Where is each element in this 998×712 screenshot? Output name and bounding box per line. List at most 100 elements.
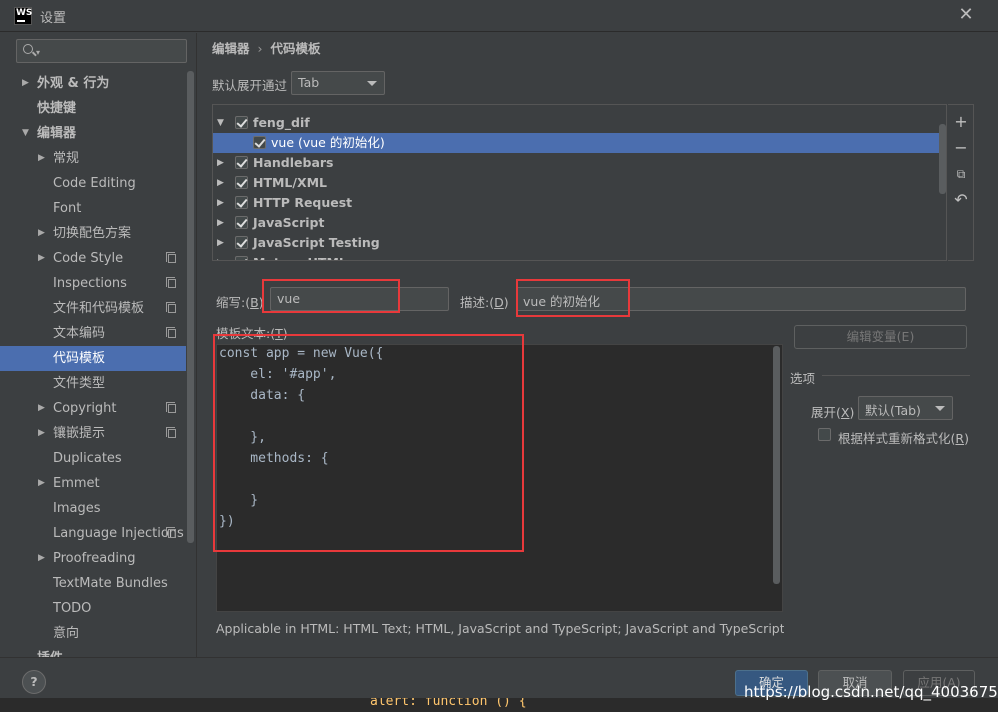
chevron-down-icon [935,406,945,411]
collapsed-arrow-icon[interactable]: ▶ [38,546,45,571]
collapsed-arrow-icon[interactable]: ▶ [217,253,224,260]
template-group[interactable]: ▶ JavaScript [213,213,946,233]
sidebar-item-label: 外观 & 行为 [37,76,110,91]
collapsed-arrow-icon[interactable]: ▶ [38,396,45,421]
template-label: feng_dif [253,115,310,130]
annotation-box-abbrev [262,279,400,313]
sidebar-item[interactable]: ▶ 镶嵌提示 [0,421,186,446]
sidebar-divider [196,33,197,657]
sidebar-item[interactable]: TextMate Bundles [0,571,186,596]
sidebar-item[interactable]: Code Editing [0,171,186,196]
collapsed-arrow-icon[interactable]: ▶ [38,421,45,446]
background-code-line: alert: function () { [370,698,527,709]
template-checkbox[interactable] [235,156,248,169]
close-icon[interactable]: ✕ [956,4,976,26]
sidebar-item[interactable]: 快捷键 [0,96,186,121]
template-checkbox[interactable] [235,256,248,260]
reformat-checkbox[interactable] [818,428,831,441]
sidebar-item-label: Inspections [53,276,127,291]
sidebar-item[interactable]: ▶ Code Style [0,246,186,271]
options-title: 选项 [790,371,816,386]
collapsed-arrow-icon[interactable]: ▶ [217,233,224,253]
window-title: 设置 [40,11,67,26]
sidebar-item-label: Font [53,201,82,216]
collapsed-arrow-icon[interactable]: ▶ [217,193,224,213]
template-checkbox[interactable] [235,176,248,189]
expand-with-select[interactable]: 默认(Tab) [858,396,953,420]
sidebar-item-label: Copyright [53,401,117,416]
template-group[interactable]: ▼ feng_dif [213,113,946,133]
template-tree-scrollbar[interactable] [939,124,946,194]
sidebar-item[interactable]: Language Injections [0,521,186,546]
collapsed-arrow-icon[interactable]: ▶ [38,146,45,171]
sidebar-item-label: 意向 [53,626,80,641]
sidebar-item[interactable]: 插件 [0,646,186,657]
search-dropdown-icon[interactable]: ▾ [36,48,40,57]
project-scope-icon [166,527,176,538]
template-checkbox[interactable] [235,216,248,229]
template-group[interactable]: ▶ JavaScript Testing [213,233,946,253]
sidebar-item[interactable]: 文本编码 [0,321,186,346]
sidebar-item[interactable]: ▶ 外观 & 行为 [0,71,186,96]
search-input[interactable]: ▾ [16,39,187,63]
sidebar-item[interactable]: Duplicates [0,446,186,471]
breadcrumb-parent[interactable]: 编辑器 [212,41,250,56]
sidebar-item[interactable]: 代码模板 [0,346,186,371]
sidebar-item-label: TextMate Bundles [53,576,168,591]
sidebar-item[interactable]: 意向 [0,621,186,646]
sidebar-item-label: TODO [53,601,92,616]
collapsed-arrow-icon[interactable]: ▶ [217,213,224,233]
template-group[interactable]: ▶ Handlebars [213,153,946,173]
collapsed-arrow-icon[interactable]: ▶ [217,153,224,173]
default-expand-label: 默认展开通过 [212,78,288,93]
collapsed-arrow-icon[interactable]: ▶ [22,71,29,96]
sidebar-item[interactable]: ▶ Copyright [0,396,186,421]
sidebar-item-label: 常规 [53,151,80,166]
sidebar-item[interactable]: ▶ 切换配色方案 [0,221,186,246]
sidebar-item-label: 插件 [37,646,63,657]
sidebar-item[interactable]: ▶ Proofreading [0,546,186,571]
collapsed-arrow-icon[interactable]: ▶ [38,471,45,496]
sidebar-item[interactable]: Images [0,496,186,521]
editor-scrollbar[interactable] [773,346,780,584]
sidebar-item[interactable]: Font [0,196,186,221]
applicable-contexts[interactable]: Applicable in HTML: HTML Text; HTML, Jav… [216,621,784,636]
template-label: HTTP Request [253,195,353,210]
sidebar-item[interactable]: Inspections [0,271,186,296]
template-group[interactable]: ▶ Meteor HTML [213,253,946,260]
expanded-arrow-icon[interactable]: ▼ [22,121,29,146]
project-scope-icon [166,277,176,288]
remove-icon[interactable]: − [952,139,970,157]
sidebar-item[interactable]: TODO [0,596,186,621]
sidebar-item[interactable]: ▶ 常规 [0,146,186,171]
sidebar-item[interactable]: 文件和代码模板 [0,296,186,321]
template-group[interactable]: ▶ HTTP Request [213,193,946,213]
template-checkbox[interactable] [235,196,248,209]
chevron-down-icon [367,81,377,86]
template-label: HTML/XML [253,175,327,190]
copy-icon[interactable]: ⧉ [952,165,970,183]
collapsed-arrow-icon[interactable]: ▶ [38,246,45,271]
collapsed-arrow-icon[interactable]: ▶ [38,221,45,246]
sidebar-item[interactable]: ▶ Emmet [0,471,186,496]
template-checkbox[interactable] [235,116,248,129]
default-expand-select[interactable]: Tab [291,71,385,95]
project-scope-icon [166,402,176,413]
expand-with-label: 展开(X) [811,405,855,420]
sidebar-scrollbar[interactable] [187,71,194,543]
template-group[interactable]: ▶ HTML/XML [213,173,946,193]
revert-icon[interactable]: ↶ [952,191,970,209]
edit-variables-button[interactable]: 编辑变量(E) [794,325,967,349]
add-icon[interactable]: + [952,113,970,131]
help-button[interactable]: ? [22,670,46,694]
sidebar-item[interactable]: ▼ 编辑器 [0,121,186,146]
expanded-arrow-icon[interactable]: ▼ [217,113,224,133]
annotation-box-template-text [213,334,524,552]
template-checkbox[interactable] [235,236,248,249]
sidebar-item-label: Duplicates [53,451,122,466]
template-checkbox[interactable] [253,136,266,149]
collapsed-arrow-icon[interactable]: ▶ [217,173,224,193]
template-item[interactable]: vue (vue 的初始化) [213,133,946,153]
sidebar-item[interactable]: 文件类型 [0,371,186,396]
breadcrumb: 编辑器 › 代码模板 [212,38,321,57]
